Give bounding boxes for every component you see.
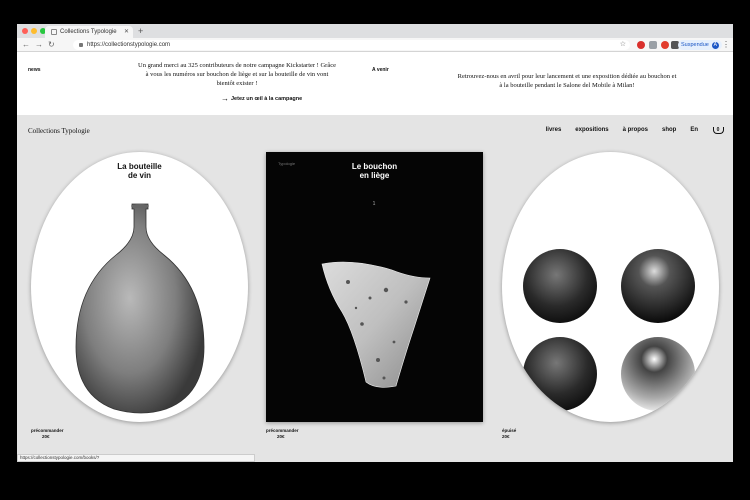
nav-shop[interactable]: shop	[662, 127, 676, 133]
menu-kebab-icon[interactable]: ⋮	[722, 40, 730, 50]
tab-strip: Collections Typologie ✕ +	[17, 24, 733, 38]
lock-icon	[79, 43, 83, 47]
browser-tab[interactable]: Collections Typologie ✕	[45, 26, 133, 38]
product-price: 20€	[277, 434, 285, 439]
nav-a-propos[interactable]: à propos	[623, 127, 648, 133]
nav-livres[interactable]: livres	[546, 127, 562, 133]
product-card-spheres[interactable]: Collections Typologie	[502, 152, 719, 422]
new-tab-icon[interactable]: +	[138, 26, 143, 36]
site-main: Collections Typologie livres expositions…	[17, 115, 733, 462]
close-window-button[interactable]	[22, 28, 28, 34]
product-price: 20€	[42, 434, 50, 439]
address-url: https://collectionstypologie.com	[87, 42, 171, 48]
cart-count: 0	[716, 127, 720, 133]
extension-icon[interactable]	[649, 41, 657, 49]
announcement-banner: news Un grand merci au 325 contributeurs…	[17, 53, 733, 115]
site-nav: livres expositions à propos shop En 0	[546, 126, 724, 134]
bookmark-star-icon[interactable]: ☆	[620, 40, 626, 50]
tab-title: Collections Typologie	[60, 29, 117, 35]
browser-window: Collections Typologie ✕ + ← → ↻ https://…	[17, 24, 733, 462]
product-card-bouteille[interactable]: Typologie La bouteille de vin	[31, 152, 248, 422]
minimize-window-button[interactable]	[31, 28, 37, 34]
barcode-icon	[670, 161, 698, 169]
product-info-2: précommander 20€	[266, 428, 299, 440]
product-info-1: précommander 20€	[31, 428, 64, 440]
cork-image: 1	[321, 201, 431, 388]
product-card-bouchon[interactable]: Typologie Le bouchon en liège 1	[266, 152, 483, 422]
nav-expositions[interactable]: expositions	[575, 127, 608, 133]
back-icon[interactable]: ←	[22, 40, 30, 50]
upcoming-tag: A venir	[372, 67, 389, 73]
campaign-link-label: Jetez un œil à la campagne	[231, 96, 303, 102]
favicon-icon	[51, 29, 57, 35]
spheres-image	[523, 159, 698, 411]
close-tab-icon[interactable]: ✕	[124, 28, 129, 35]
bottle-image	[75, 203, 205, 414]
site-brand[interactable]: Collections Typologie	[28, 127, 90, 135]
arrow-right-icon: →	[221, 94, 229, 103]
browser-toolbar: ← → ↻ https://collectionstypologie.com ☆…	[17, 38, 733, 52]
campaign-link[interactable]: → Jetez un œil à la campagne	[221, 94, 303, 103]
opera-extension-icon[interactable]	[661, 41, 669, 49]
avatar: A	[711, 41, 719, 49]
nav-language[interactable]: En	[690, 127, 698, 133]
window-controls	[22, 28, 46, 34]
news-text: Un grand merci au 325 contributeurs de n…	[138, 62, 336, 87]
svg-text:1: 1	[373, 201, 376, 207]
adblock-extension-icon[interactable]	[637, 41, 645, 49]
address-bar[interactable]: https://collectionstypologie.com ☆	[73, 40, 630, 50]
forward-icon[interactable]: →	[35, 40, 43, 50]
product-info-3: épuisé 20€	[502, 428, 516, 440]
profile-label: Suspendue	[681, 42, 709, 48]
product-price: 20€	[502, 434, 510, 439]
reload-icon[interactable]: ↻	[48, 40, 55, 50]
news-tag: news	[28, 67, 41, 73]
cart-icon[interactable]: 0	[712, 126, 724, 134]
link-status-bar: https://collectionstypologie.com/books/?	[17, 454, 255, 462]
profile-button[interactable]: Suspendue A	[678, 40, 722, 50]
upcoming-text: Retrouvez-nous en avril pour leur lancem…	[457, 73, 677, 89]
